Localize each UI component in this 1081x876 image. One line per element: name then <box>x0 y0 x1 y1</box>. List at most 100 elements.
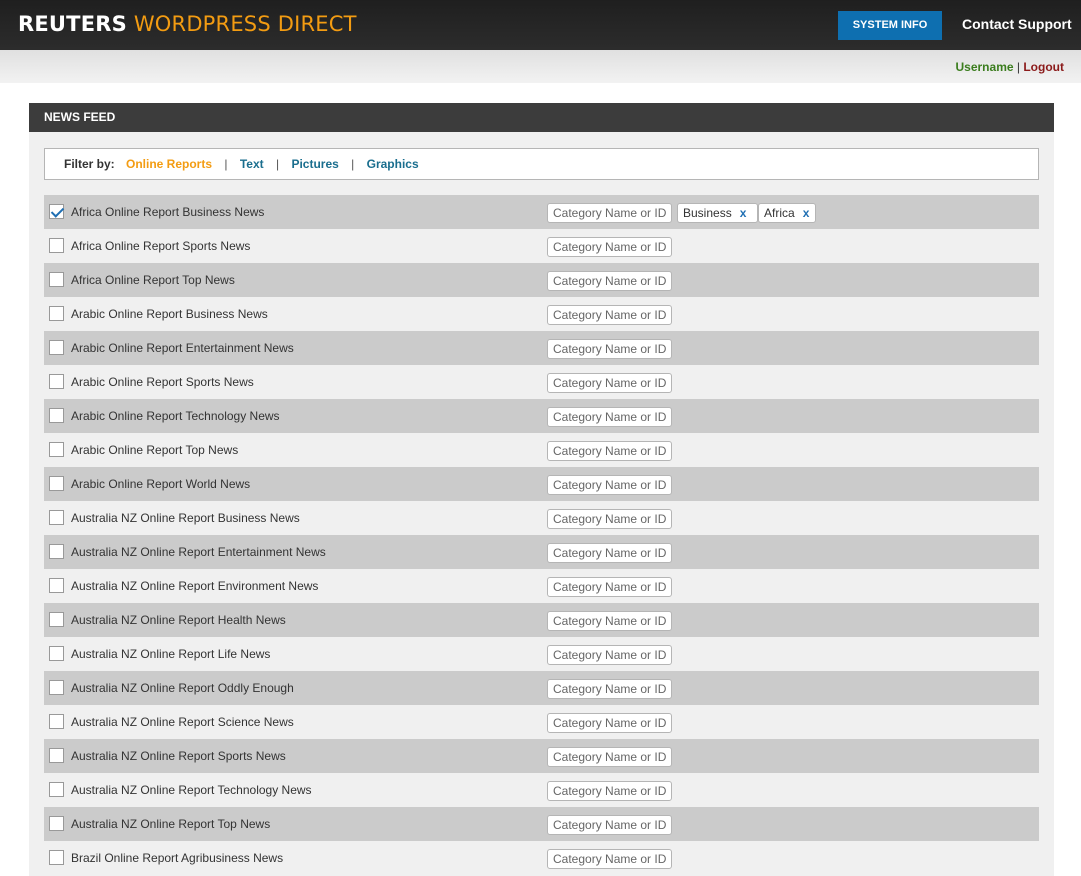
feed-list: Africa Online Report Business News Busine… <box>44 195 1039 875</box>
system-info-button[interactable]: SYSTEM INFO <box>838 11 942 40</box>
category-input[interactable] <box>547 849 672 869</box>
category-input[interactable] <box>547 237 672 257</box>
feed-row: Africa Online Report Business News Busine… <box>44 195 1039 229</box>
feed-row: Arabic Online Report Sports News <box>44 365 1039 399</box>
username-link[interactable]: Username <box>956 60 1014 74</box>
category-input[interactable] <box>547 679 672 699</box>
feed-name: Arabic Online Report Business News <box>71 307 268 321</box>
feed-name: Australia NZ Online Report Science News <box>71 715 294 729</box>
feed-row: Brazil Online Report Agribusiness News <box>44 841 1039 875</box>
feed-checkbox[interactable] <box>49 816 64 831</box>
feed-name: Arabic Online Report Sports News <box>71 375 254 389</box>
feed-name: Arabic Online Report Technology News <box>71 409 280 423</box>
filter-label: Filter by: <box>64 157 115 171</box>
category-input[interactable] <box>547 645 672 665</box>
feed-row: Arabic Online Report World News <box>44 467 1039 501</box>
feed-row: Australia NZ Online Report Science News <box>44 705 1039 739</box>
category-input[interactable] <box>547 407 672 427</box>
category-input[interactable] <box>547 271 672 291</box>
feed-checkbox[interactable] <box>49 476 64 491</box>
remove-tag-icon[interactable]: x <box>803 206 810 220</box>
user-bar: Username | Logout <box>0 50 1081 83</box>
feed-checkbox[interactable] <box>49 850 64 865</box>
contact-support-link[interactable]: Contact Support <box>962 16 1072 32</box>
category-input[interactable] <box>547 203 672 223</box>
feed-checkbox[interactable] <box>49 782 64 797</box>
feed-name: Australia NZ Online Report Entertainment… <box>71 545 326 559</box>
feed-checkbox[interactable] <box>49 204 64 219</box>
category-input[interactable] <box>547 713 672 733</box>
news-feed-panel: NEWS FEED Filter by: Online Reports | Te… <box>29 103 1054 876</box>
app-logo[interactable]: REUTERS WORDPRESS DIRECT <box>18 12 357 36</box>
category-input[interactable] <box>547 339 672 359</box>
feed-checkbox[interactable] <box>49 748 64 763</box>
feed-row: Australia NZ Online Report Environment N… <box>44 569 1039 603</box>
category-input[interactable] <box>547 373 672 393</box>
feed-checkbox[interactable] <box>49 680 64 695</box>
top-bar: REUTERS WORDPRESS DIRECT SYSTEM INFO Con… <box>0 0 1081 50</box>
filter-online-reports[interactable]: Online Reports <box>126 157 212 171</box>
feed-name: Australia NZ Online Report Technology Ne… <box>71 783 312 797</box>
feed-name: Arabic Online Report Top News <box>71 443 239 457</box>
feed-name: Australia NZ Online Report Oddly Enough <box>71 681 294 695</box>
feed-name: Australia NZ Online Report Business News <box>71 511 300 525</box>
user-links: Username | Logout <box>956 60 1065 74</box>
feed-checkbox[interactable] <box>49 238 64 253</box>
filter-text[interactable]: Text <box>240 157 264 171</box>
category-input[interactable] <box>547 611 672 631</box>
feed-checkbox[interactable] <box>49 374 64 389</box>
category-input[interactable] <box>547 781 672 801</box>
feed-row: Australia NZ Online Report Top News <box>44 807 1039 841</box>
category-input[interactable] <box>547 815 672 835</box>
feed-name: Australia NZ Online Report Top News <box>71 817 271 831</box>
feed-checkbox[interactable] <box>49 408 64 423</box>
feed-name: Brazil Online Report Agribusiness News <box>71 851 284 865</box>
category-tag-label: Business <box>683 206 732 220</box>
category-tag: Africa x <box>758 203 816 223</box>
feed-row: Australia NZ Online Report Oddly Enough <box>44 671 1039 705</box>
category-tag: Business x <box>677 203 758 223</box>
feed-checkbox[interactable] <box>49 544 64 559</box>
feed-row: Australia NZ Online Report Life News <box>44 637 1039 671</box>
feed-row: Arabic Online Report Entertainment News <box>44 331 1039 365</box>
feed-name: Africa Online Report Sports News <box>71 239 251 253</box>
user-links-separator: | <box>1016 60 1020 74</box>
feed-row: Australia NZ Online Report Business News <box>44 501 1039 535</box>
category-input[interactable] <box>547 543 672 563</box>
feed-row: Arabic Online Report Technology News <box>44 399 1039 433</box>
feed-row: Arabic Online Report Business News <box>44 297 1039 331</box>
feed-checkbox[interactable] <box>49 272 64 287</box>
category-input[interactable] <box>547 441 672 461</box>
category-input[interactable] <box>547 747 672 767</box>
category-input[interactable] <box>547 475 672 495</box>
feed-checkbox[interactable] <box>49 714 64 729</box>
feed-checkbox[interactable] <box>49 578 64 593</box>
category-tag-label: Africa <box>764 206 795 220</box>
filter-separator: | <box>275 157 280 171</box>
panel-title: NEWS FEED <box>29 103 1054 132</box>
category-input[interactable] <box>547 577 672 597</box>
feed-checkbox[interactable] <box>49 340 64 355</box>
filter-separator: | <box>351 157 355 171</box>
filter-pictures[interactable]: Pictures <box>291 157 338 171</box>
feed-row: Australia NZ Online Report Sports News <box>44 739 1039 773</box>
logout-link[interactable]: Logout <box>1023 60 1064 74</box>
feed-checkbox[interactable] <box>49 646 64 661</box>
feed-name: Australia NZ Online Report Health News <box>71 613 286 627</box>
remove-tag-icon[interactable]: x <box>740 206 747 220</box>
feed-row: Australia NZ Online Report Technology Ne… <box>44 773 1039 807</box>
feed-checkbox[interactable] <box>49 612 64 627</box>
logo-brand: REUTERS <box>18 12 127 36</box>
feed-checkbox[interactable] <box>49 442 64 457</box>
feed-name: Australia NZ Online Report Sports News <box>71 749 286 763</box>
feed-name: Arabic Online Report Entertainment News <box>71 341 294 355</box>
category-input[interactable] <box>547 509 672 529</box>
filter-graphics[interactable]: Graphics <box>367 157 419 171</box>
feed-name: Australia NZ Online Report Environment N… <box>71 579 319 593</box>
category-input[interactable] <box>547 305 672 325</box>
feed-name: Africa Online Report Top News <box>71 273 235 287</box>
feed-checkbox[interactable] <box>49 306 64 321</box>
filter-separator: | <box>224 157 228 171</box>
feed-row: Australia NZ Online Report Health News <box>44 603 1039 637</box>
feed-checkbox[interactable] <box>49 510 64 525</box>
